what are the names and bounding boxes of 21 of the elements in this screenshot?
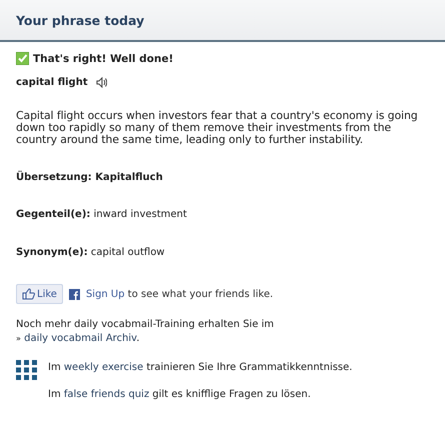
signup-text: Sign Up to see what your friends like. xyxy=(86,288,274,300)
like-button[interactable]: Like xyxy=(16,284,63,304)
speaker-icon[interactable] xyxy=(96,77,107,88)
phrase-term: capital flight xyxy=(16,77,88,88)
section-title: Your phrase today xyxy=(16,12,144,28)
thumbs-up-icon xyxy=(22,288,35,300)
translation-text: Übersetzung: Kapitalfluch xyxy=(16,170,164,185)
archive-text: Noch mehr daily vocabmail-Training erhalten Sie im » daily vocabmail Archiv. xyxy=(16,318,275,346)
exercise-text: Im weekly exercise trainieren Sie Ihre Grammatikkenntnisse. xyxy=(48,361,352,375)
archive-link[interactable]: daily vocabmail Archiv xyxy=(24,333,136,344)
facebook-icon xyxy=(68,288,80,300)
exercise-link[interactable]: false friends quiz xyxy=(64,389,150,400)
grid-icon xyxy=(16,360,40,381)
signup-link[interactable]: Sign Up xyxy=(86,288,125,300)
exercise-link[interactable]: weekly exercise xyxy=(64,362,144,373)
definition-text: Capital flight occurs when investors fear that a country's economy is going down too rapidly so many of them remove their investments from the country around the same time, leading only to further instability. xyxy=(16,110,419,146)
bullet-icon: » xyxy=(16,334,21,343)
detail-text: Synonym(e): capital outflow xyxy=(16,246,166,260)
detail-text: Gegenteil(e): inward investment xyxy=(16,208,188,222)
result-message: That's right! Well done! xyxy=(33,52,174,64)
exercise-text: Im false friends quiz gilt es knifflige Fragen zu lösen. xyxy=(48,388,312,402)
